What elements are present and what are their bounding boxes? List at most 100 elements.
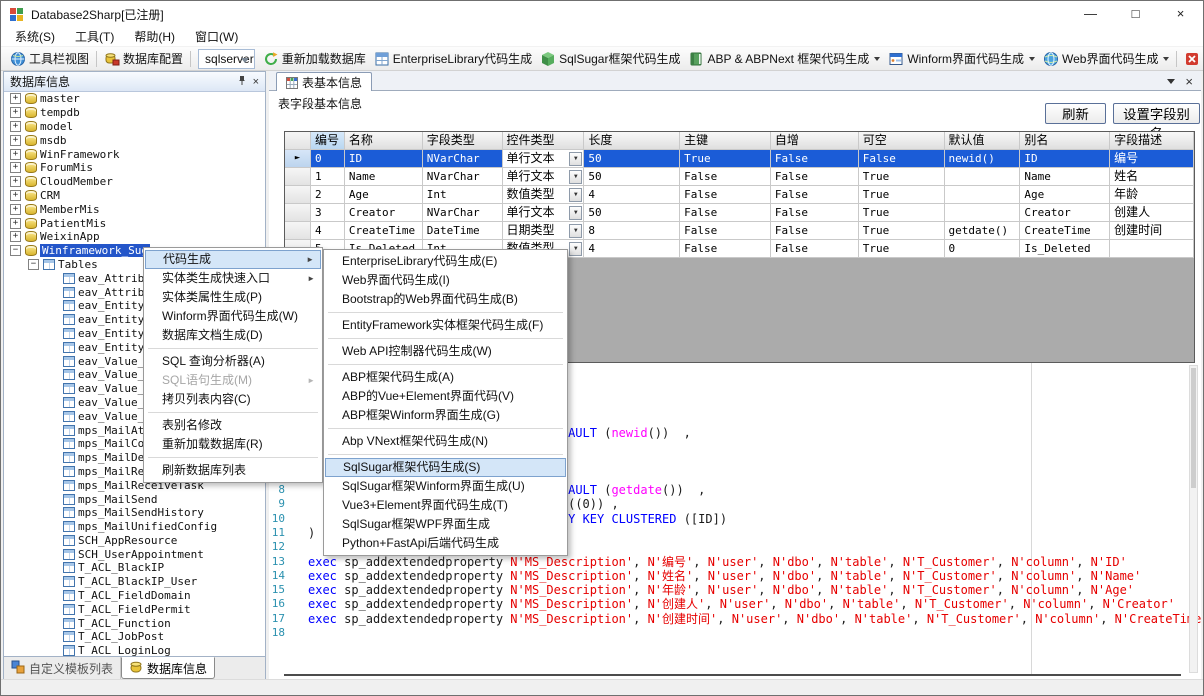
grid-column-header[interactable]: 字段类型 xyxy=(423,132,503,150)
grid-cell[interactable]: 单行文本▼ xyxy=(503,150,585,168)
grid-cell[interactable]: 单行文本▼ xyxy=(503,204,585,222)
tree-node[interactable]: +MemberMis xyxy=(4,202,265,216)
toolbar-button[interactable]: 数据库配置 xyxy=(100,49,187,68)
submenu-item[interactable]: SqlSugar框架代码生成(S) xyxy=(325,458,566,477)
tree-expander[interactable]: + xyxy=(10,149,21,160)
tree-expander[interactable]: + xyxy=(10,93,21,104)
grid-cell[interactable]: CreateTime xyxy=(1020,222,1110,240)
grid-cell[interactable]: ID xyxy=(1020,150,1110,168)
tree-expander[interactable]: + xyxy=(10,231,21,242)
context-menu-item[interactable]: 拷贝列表内容(C) xyxy=(145,390,321,409)
submenu-item[interactable]: SqlSugar框架Winform界面生成(U) xyxy=(325,477,566,496)
grid-cell[interactable]: Name xyxy=(1020,168,1110,186)
grid-cell[interactable]: False xyxy=(680,186,771,204)
tree-expander[interactable]: + xyxy=(10,176,21,187)
tree-node[interactable]: +PatientMis xyxy=(4,216,265,230)
grid-cell[interactable]: False xyxy=(771,204,859,222)
tree-expander[interactable]: + xyxy=(10,190,21,201)
tree-node[interactable]: +CRM xyxy=(4,189,265,203)
grid-cell[interactable]: 年龄 xyxy=(1110,186,1194,204)
grid-cell[interactable]: True xyxy=(859,222,945,240)
tree-node[interactable]: +WeixinApp xyxy=(4,230,265,244)
maximize-button[interactable]: □ xyxy=(1113,1,1158,27)
tree-expander[interactable]: + xyxy=(10,107,21,118)
dropdown-button[interactable]: ▼ xyxy=(569,242,582,256)
grid-cell[interactable]: Name xyxy=(345,168,423,186)
menu-item[interactable]: 窗口(W) xyxy=(185,26,248,47)
tree-expander[interactable]: + xyxy=(10,121,21,132)
tree-node[interactable]: mps_MailSendHistory xyxy=(4,506,265,520)
grid-column-header[interactable]: 可空 xyxy=(859,132,945,150)
grid-cell[interactable]: NVarChar xyxy=(423,150,503,168)
grid-cell[interactable] xyxy=(945,186,1021,204)
tree-node[interactable]: +CloudMember xyxy=(4,175,265,189)
tree-node[interactable]: +msdb xyxy=(4,133,265,147)
grid-row-header[interactable] xyxy=(285,168,311,186)
context-menu-item[interactable]: 实体类属性生成(P) xyxy=(145,288,321,307)
grid-cell[interactable]: False xyxy=(680,168,771,186)
menu-item[interactable]: 帮助(H) xyxy=(124,26,185,47)
pin-icon[interactable] xyxy=(237,75,247,89)
grid-cell[interactable]: False xyxy=(771,222,859,240)
close-button[interactable]: × xyxy=(1158,1,1203,27)
tree-node[interactable]: +master xyxy=(4,92,265,106)
grid-cell[interactable]: 2 xyxy=(311,186,345,204)
submenu-item[interactable]: SqlSugar框架WPF界面生成 xyxy=(325,515,566,534)
grid-cell[interactable]: True xyxy=(859,240,945,258)
grid-cell[interactable] xyxy=(945,204,1021,222)
grid-row[interactable]: 3CreatorNVarChar单行文本▼50FalseFalseTrueCre… xyxy=(285,204,1194,222)
submenu-item[interactable]: Web界面代码生成(I) xyxy=(325,271,566,290)
toolbar-button[interactable]: 工具栏视图 xyxy=(6,49,93,68)
grid-cell[interactable]: Is_Deleted xyxy=(1020,240,1110,258)
dropdown-button[interactable]: ▼ xyxy=(569,170,582,184)
tree-expander[interactable]: + xyxy=(10,218,21,229)
tree-expander[interactable]: − xyxy=(10,245,21,256)
tree-expander[interactable]: + xyxy=(10,135,21,146)
grid-cell[interactable]: DateTime xyxy=(423,222,503,240)
grid-row[interactable]: 2AgeInt数值类型▼4FalseFalseTrueAge年龄 xyxy=(285,186,1194,204)
submenu-item[interactable]: Abp VNext框架代码生成(N) xyxy=(325,432,566,451)
tree-node[interactable]: +model xyxy=(4,120,265,134)
submenu-item[interactable]: Bootstrap的Web界面代码生成(B) xyxy=(325,290,566,309)
grid-row-header[interactable]: ► xyxy=(285,150,311,168)
submenu-item[interactable]: EntityFramework实体框架代码生成(F) xyxy=(325,316,566,335)
grid-column-header[interactable]: 别名 xyxy=(1020,132,1110,150)
tree-node[interactable]: T_ACL_BlackIP xyxy=(4,561,265,575)
toolbar-button[interactable]: ABP & ABPNext 框架代码生成 xyxy=(684,49,884,68)
grid-cell[interactable]: False xyxy=(771,168,859,186)
dropdown-button[interactable]: ▼ xyxy=(569,152,582,166)
tree-node[interactable]: T_ACL_Function xyxy=(4,616,265,630)
context-menu-item[interactable]: 重新加载数据库(R) xyxy=(145,435,321,454)
database-type-combobox[interactable]: sqlserver xyxy=(198,49,255,69)
grid-cell[interactable]: CreateTime xyxy=(345,222,423,240)
grid-cell[interactable]: 创建时间 xyxy=(1110,222,1194,240)
set-field-alias-button[interactable]: 设置字段别名 xyxy=(1113,103,1200,124)
grid-row[interactable]: ►0IDNVarChar单行文本▼50TrueFalseFalsenewid()… xyxy=(285,150,1194,168)
context-menu-item[interactable]: 代码生成► xyxy=(145,250,321,269)
grid-cell[interactable]: False xyxy=(680,204,771,222)
grid-cell[interactable]: Creator xyxy=(1020,204,1110,222)
grid-cell[interactable]: newid() xyxy=(945,150,1021,168)
grid-column-header[interactable]: 编号 xyxy=(311,132,345,150)
grid-cell[interactable]: False xyxy=(680,240,771,258)
context-menu-item[interactable]: SQL 查询分析器(A) xyxy=(145,352,321,371)
grid-row-header[interactable] xyxy=(285,204,311,222)
tree-node[interactable]: T_ACL_BlackIP_User xyxy=(4,575,265,589)
grid-cell[interactable]: 0 xyxy=(311,150,345,168)
grid-cell[interactable]: True xyxy=(859,204,945,222)
grid-cell[interactable]: 50 xyxy=(584,168,680,186)
tree-node[interactable]: T_ACL_FieldPermit xyxy=(4,602,265,616)
grid-row[interactable]: 1NameNVarChar单行文本▼50FalseFalseTrueName姓名 xyxy=(285,168,1194,186)
grid-cell[interactable]: 姓名 xyxy=(1110,168,1194,186)
tree-node[interactable]: SCH_AppResource xyxy=(4,534,265,548)
grid-cell[interactable]: 50 xyxy=(584,150,680,168)
grid-cell[interactable] xyxy=(1110,240,1194,258)
context-menu-item[interactable]: 表别名修改 xyxy=(145,416,321,435)
bottom-tab[interactable]: 自定义模板列表 xyxy=(4,657,121,679)
tree-expander[interactable]: + xyxy=(10,204,21,215)
close-document-icon[interactable]: × xyxy=(1185,74,1193,89)
tree-node[interactable]: mps_MailUnifiedConfig xyxy=(4,520,265,534)
grid-column-header[interactable]: 名称 xyxy=(345,132,423,150)
tree-expander[interactable]: − xyxy=(28,259,39,270)
grid-cell[interactable]: NVarChar xyxy=(423,168,503,186)
